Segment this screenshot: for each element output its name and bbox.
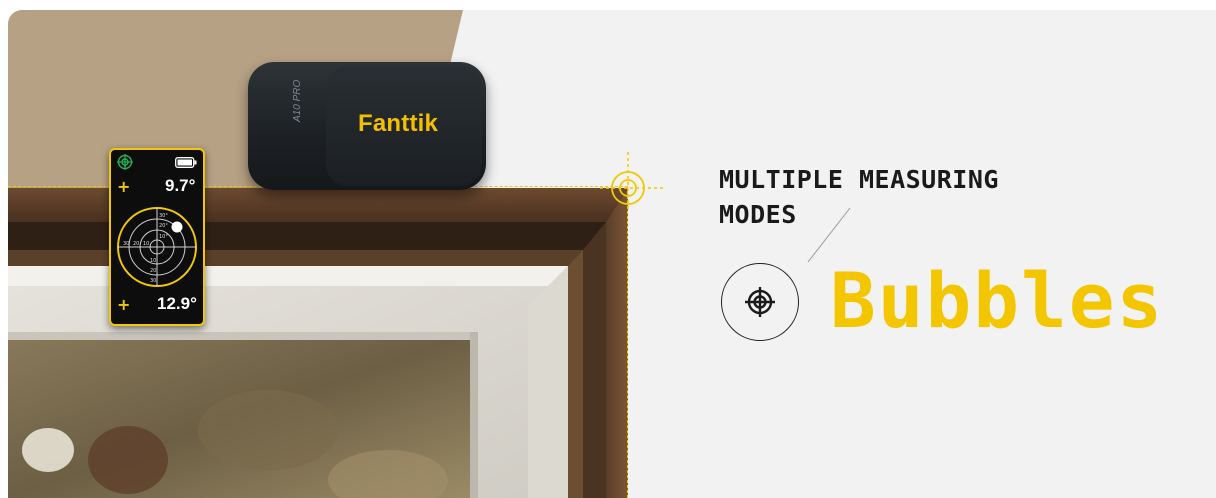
svg-text:20: 20 bbox=[133, 241, 139, 247]
svg-text:30: 30 bbox=[150, 278, 156, 284]
angle-readout-top: 9.7° bbox=[165, 176, 196, 195]
bubble-level-dial: 30° 20° 10° 10 20 30 10 20 30 bbox=[117, 207, 197, 287]
bubble-indicator bbox=[171, 221, 183, 233]
feature-banner: A10 PRO Fanttik + 9.7° 30° 20° 10° 10 20… bbox=[8, 10, 1216, 498]
laser-level-device: A10 PRO Fanttik bbox=[248, 62, 486, 190]
svg-text:10: 10 bbox=[150, 258, 156, 264]
crosshair-marker-top: + bbox=[117, 177, 131, 196]
angle-readout-bottom: 12.9° bbox=[157, 294, 197, 313]
svg-text:10°: 10° bbox=[159, 234, 168, 240]
device-model-label: A10 PRO bbox=[292, 79, 303, 122]
svg-text:20: 20 bbox=[150, 268, 156, 274]
mode-name: Bubbles bbox=[830, 256, 1165, 345]
battery-icon bbox=[175, 157, 197, 168]
headline-line-1: MULTIPLE MEASURING bbox=[719, 165, 999, 194]
feature-headline: MULTIPLE MEASURING MODES bbox=[719, 162, 999, 232]
corner-crosshair-icon bbox=[600, 152, 664, 212]
svg-text:30: 30 bbox=[123, 241, 129, 247]
svg-text:20°: 20° bbox=[159, 223, 168, 229]
crosshair-marker-bottom: + bbox=[117, 295, 131, 314]
phone-bubble-level-screen: + 9.7° 30° 20° 10° 10 20 30 10 20 30 + 1… bbox=[109, 148, 205, 326]
target-status-icon bbox=[117, 154, 133, 170]
target-crosshair-icon bbox=[745, 287, 775, 317]
mode-icon-circle bbox=[721, 263, 799, 341]
device-brand-logo: Fanttik bbox=[358, 110, 439, 137]
level-guide-line-right bbox=[627, 186, 628, 498]
headline-line-2: MODES bbox=[719, 200, 797, 229]
svg-text:10: 10 bbox=[143, 241, 149, 247]
svg-text:30°: 30° bbox=[159, 213, 168, 219]
